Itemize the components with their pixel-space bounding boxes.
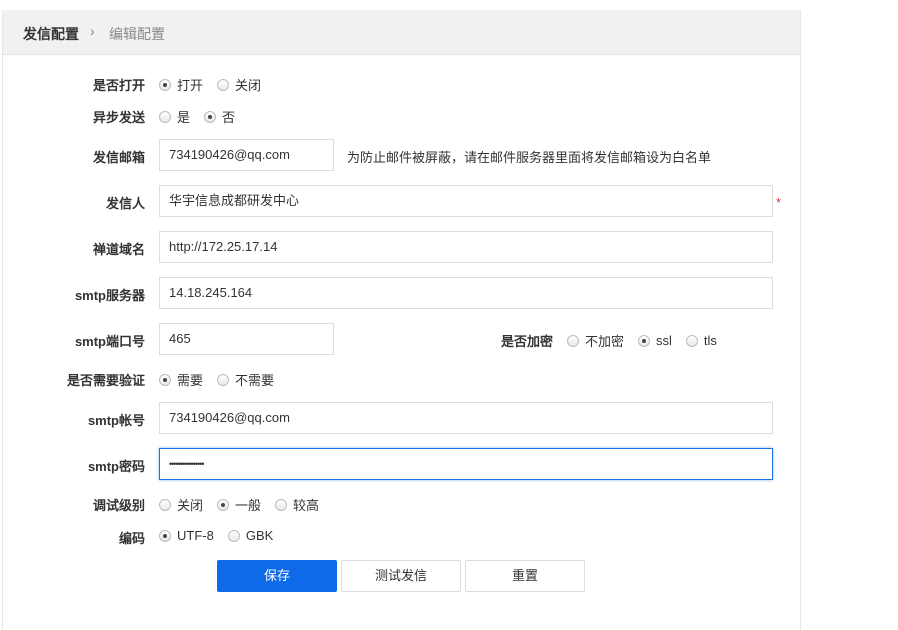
sender-name-label: 发信人 (105, 196, 145, 211)
auth-label: 是否需要验证 (66, 373, 145, 388)
radio-gbk[interactable] (227, 529, 240, 542)
radio-label: 是 (177, 110, 191, 125)
async-label: 异步发送 (92, 110, 145, 125)
radio-utf8[interactable] (159, 529, 171, 542)
radio-label: 不加密 (585, 334, 625, 349)
radio-label: 一般 (235, 498, 262, 513)
turn-on-radio-group: 打开 关闭 (159, 75, 269, 94)
breadcrumb-current: 编辑配置 (109, 26, 165, 42)
radio-label: 需要 (177, 373, 204, 388)
radio-label: 关闭 (235, 78, 262, 93)
breadcrumb-root[interactable]: 发信配置 (23, 24, 79, 44)
radio-label: 不需要 (235, 373, 275, 388)
sender-email-input[interactable]: 734190426@qq.com (159, 139, 334, 171)
sender-email-hint: 为防止邮件被屏蔽，请在邮件服务器里面将发信邮箱设为白名单 (347, 150, 712, 165)
smtp-pass-label: smtp密码 (87, 459, 145, 474)
radio-not-required[interactable] (217, 373, 230, 386)
radio-label: 打开 (177, 78, 204, 93)
radio-debug-high[interactable] (275, 498, 288, 511)
reset-button[interactable]: 重置 (465, 560, 585, 592)
radio-on[interactable] (159, 78, 171, 91)
radio-label: GBK (245, 528, 274, 543)
radio-tls[interactable] (685, 334, 698, 347)
smtp-password-input[interactable]: •••••••••••••••• (159, 448, 773, 480)
radio-required[interactable] (159, 373, 171, 386)
turn-on-label: 是否打开 (92, 78, 145, 93)
smtp-host-input[interactable]: 14.18.245.164 (159, 277, 773, 309)
sender-name-input[interactable]: 华宇信息成都研发中心 (159, 185, 773, 217)
radio-no[interactable] (204, 110, 217, 123)
debug-label: 调试级别 (92, 498, 145, 513)
radio-none[interactable] (567, 334, 579, 347)
radio-debug-normal[interactable] (217, 498, 230, 511)
sender-email-label: 发信邮箱 (92, 150, 145, 165)
smtp-port-input[interactable]: 465 (159, 323, 334, 355)
smtp-port-label: smtp端口号 (74, 334, 145, 349)
debug-radio-group: 关闭 一般 较高 (159, 495, 327, 514)
radio-label: ssl (656, 333, 672, 348)
chevron-right-icon: › (90, 23, 95, 39)
radio-label: 否 (222, 110, 236, 125)
auth-radio-group: 需要 不需要 (159, 370, 282, 389)
smtp-user-input[interactable]: 734190426@qq.com (159, 402, 773, 434)
charset-radio-group: UTF-8 GBK (159, 528, 281, 543)
radio-off[interactable] (217, 78, 230, 91)
radio-yes[interactable] (159, 110, 171, 123)
async-radio-group: 是 否 (159, 107, 243, 126)
smtp-user-label: smtp帐号 (87, 413, 145, 428)
charset-label: 编码 (118, 531, 145, 546)
secure-radio-group: 不加密 ssl tls (567, 331, 725, 350)
test-send-button[interactable]: 测试发信 (341, 560, 461, 592)
domain-label: 禅道域名 (92, 242, 145, 257)
required-mark: * (776, 195, 782, 210)
smtp-host-label: smtp服务器 (74, 288, 145, 303)
radio-label: 关闭 (177, 498, 204, 513)
secure-label: 是否加密 (500, 334, 553, 349)
breadcrumb: 发信配置 › 编辑配置 (3, 10, 800, 55)
radio-label: tls (703, 333, 717, 348)
radio-debug-off[interactable] (159, 498, 171, 511)
radio-ssl[interactable] (638, 334, 651, 347)
domain-input[interactable]: http://172.25.17.14 (159, 231, 773, 263)
save-button[interactable]: 保存 (217, 560, 337, 592)
radio-label: 较高 (293, 498, 320, 513)
radio-label: UTF-8 (177, 528, 214, 543)
